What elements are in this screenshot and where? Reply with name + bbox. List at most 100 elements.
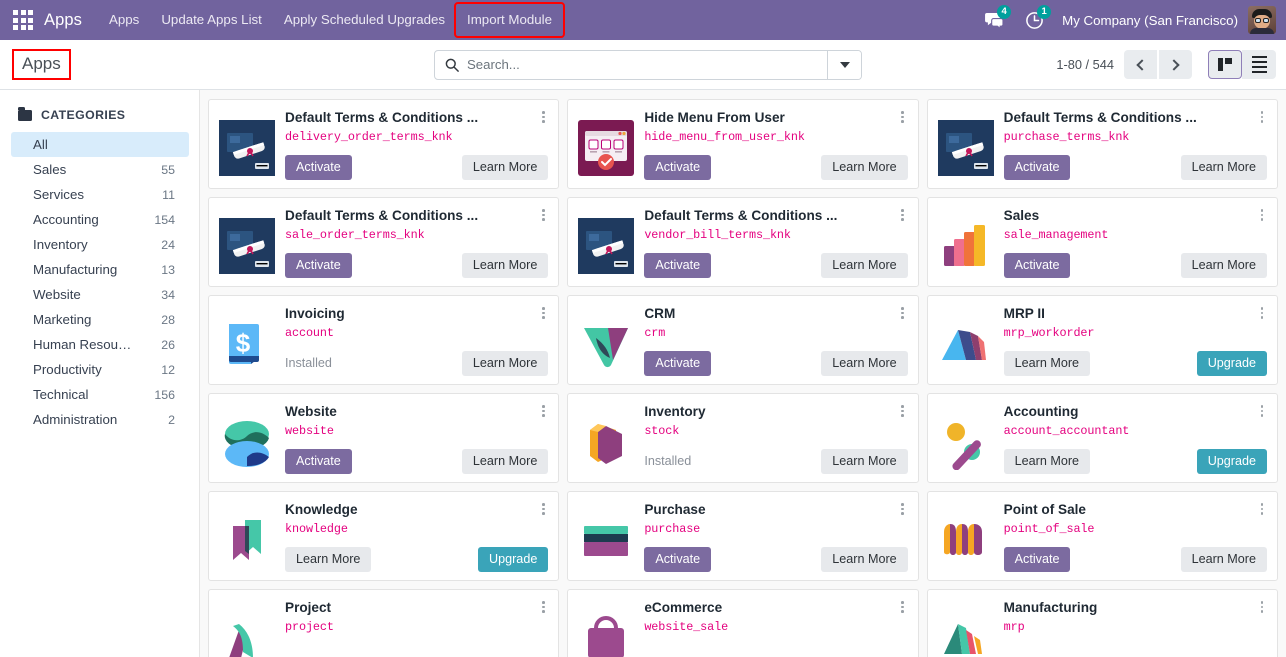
activate-button[interactable]: Activate — [644, 252, 712, 278]
sidebar-item-count: 154 — [154, 212, 175, 227]
activate-button[interactable]: Activate — [644, 546, 712, 572]
kebab-menu-icon[interactable] — [1255, 500, 1269, 518]
pager-next-button[interactable] — [1159, 50, 1192, 79]
app-card[interactable]: Project project — [208, 589, 560, 657]
learn-more-button[interactable]: Learn More — [461, 350, 549, 376]
kebab-menu-icon[interactable] — [896, 206, 910, 224]
kebab-menu-icon[interactable] — [896, 402, 910, 420]
kebab-menu-icon[interactable] — [536, 206, 550, 224]
upgrade-button[interactable]: Upgrade — [1196, 448, 1267, 474]
app-card[interactable]: CRM crm Activate Learn More — [567, 295, 919, 385]
learn-more-button[interactable]: Learn More — [1180, 154, 1267, 180]
kebab-menu-icon[interactable] — [536, 304, 550, 322]
apps-grid-icon[interactable] — [6, 3, 40, 37]
kebab-menu-icon[interactable] — [536, 402, 550, 420]
learn-more-button[interactable]: Learn More — [1180, 546, 1267, 572]
messages-menu[interactable]: 4 — [974, 3, 1014, 37]
sidebar-item-accounting[interactable]: Accounting 154 — [11, 207, 189, 232]
learn-more-button[interactable]: Learn More — [1003, 350, 1091, 376]
sidebar-item-inventory[interactable]: Inventory 24 — [11, 232, 189, 257]
app-title: Invoicing — [285, 306, 345, 321]
activate-button[interactable]: Activate — [285, 448, 352, 474]
app-title: Project — [285, 600, 332, 615]
learn-more-button[interactable]: Learn More — [461, 448, 549, 474]
app-card[interactable]: Website website Activate Learn More — [208, 393, 560, 483]
activities-menu[interactable]: 1 — [1014, 3, 1054, 37]
learn-more-button[interactable]: Learn More — [821, 448, 908, 474]
app-card[interactable]: $ Invoicing account Installed Learn More — [208, 295, 560, 385]
app-card[interactable]: Sales sale_management Activate Learn More — [926, 197, 1278, 287]
kebab-menu-icon[interactable] — [896, 500, 910, 518]
app-card[interactable]: Point of Sale point_of_sale Activate Learn … — [926, 491, 1278, 581]
kebab-menu-icon[interactable] — [896, 108, 910, 126]
avatar[interactable] — [1248, 6, 1276, 34]
upgrade-button[interactable]: Upgrade — [478, 546, 549, 572]
activate-button[interactable]: Activate — [644, 350, 712, 376]
app-card[interactable]: Inventory stock Installed Learn More — [567, 393, 919, 483]
company-switcher[interactable]: My Company (San Francisco) — [1054, 13, 1248, 28]
app-card[interactable]: Purchase purchase Activate Learn More — [567, 491, 919, 581]
sidebar-item-administration[interactable]: Administration 2 — [11, 407, 189, 432]
sidebar-item-technical[interactable]: Technical 156 — [11, 382, 189, 407]
search-dropdown-toggle[interactable] — [827, 50, 861, 79]
activate-button[interactable]: Activate — [644, 154, 712, 180]
kebab-menu-icon[interactable] — [536, 108, 550, 126]
sidebar-item-marketing[interactable]: Marketing 28 — [11, 307, 189, 332]
sidebar-item-website[interactable]: Website 34 — [11, 282, 189, 307]
app-card[interactable]: Knowledge knowledge Learn More Upgrade — [208, 491, 560, 581]
app-card[interactable]: Default Terms & Conditions ... vendor_bil… — [567, 197, 919, 287]
app-card[interactable]: MRP II mrp_workorder Learn More Upgrade — [926, 295, 1278, 385]
app-card[interactable]: eCommerce website_sale — [567, 589, 919, 657]
kebab-menu-icon[interactable] — [1255, 402, 1269, 420]
learn-more-button[interactable]: Learn More — [285, 546, 372, 572]
pager-previous-button[interactable] — [1124, 50, 1157, 79]
app-card-actions: Installed Learn More — [285, 350, 549, 376]
activate-button[interactable]: Activate — [1003, 546, 1071, 572]
activate-button[interactable]: Activate — [1003, 252, 1071, 278]
sidebar-item-services[interactable]: Services 11 — [11, 182, 189, 207]
nav-item-import-module[interactable]: Import Module — [454, 2, 566, 38]
nav-item-apps[interactable]: Apps — [98, 4, 150, 35]
learn-more-button[interactable]: Learn More — [821, 546, 908, 572]
app-card[interactable]: Default Terms & Conditions ... sale_order… — [208, 197, 560, 287]
app-card[interactable]: Hide Menu From User hide_menu_from_user_k… — [567, 99, 919, 189]
upgrade-button[interactable]: Upgrade — [1196, 350, 1267, 376]
kebab-menu-icon[interactable] — [896, 304, 910, 322]
sidebar-item-sales[interactable]: Sales 55 — [11, 157, 189, 182]
kebab-menu-icon[interactable] — [536, 598, 550, 616]
kebab-menu-icon[interactable] — [536, 500, 550, 518]
view-switcher-kanban[interactable] — [1208, 50, 1242, 79]
learn-more-button[interactable]: Learn More — [461, 252, 549, 278]
app-card[interactable]: Manufacturing mrp — [926, 589, 1278, 657]
activate-button[interactable]: Activate — [285, 252, 352, 278]
sidebar-item-label: Technical — [33, 387, 89, 402]
kebab-menu-icon[interactable] — [896, 598, 910, 616]
app-card[interactable]: Default Terms & Conditions ... purchase_t… — [926, 99, 1278, 189]
kebab-menu-icon[interactable] — [1255, 206, 1269, 224]
sidebar-item-human-resou[interactable]: Human Resou… 26 — [11, 332, 189, 357]
activate-button[interactable]: Activate — [285, 154, 352, 180]
kebab-menu-icon[interactable] — [1255, 108, 1269, 126]
nav-item-update-apps-list[interactable]: Update Apps List — [150, 4, 273, 35]
activate-button[interactable]: Activate — [1003, 154, 1071, 180]
learn-more-button[interactable]: Learn More — [821, 350, 908, 376]
sidebar-item-productivity[interactable]: Productivity 12 — [11, 357, 189, 382]
learn-more-button[interactable]: Learn More — [821, 252, 908, 278]
kebab-menu-icon[interactable] — [1255, 304, 1269, 322]
search-view[interactable]: Search... — [434, 49, 862, 80]
learn-more-button[interactable]: Learn More — [1180, 252, 1267, 278]
app-card[interactable]: Accounting account_accountant Learn More Up… — [926, 393, 1278, 483]
kebab-menu-icon[interactable] — [1255, 598, 1269, 616]
app-technical-name: mrp_workorder — [1003, 325, 1095, 340]
learn-more-button[interactable]: Learn More — [821, 154, 908, 180]
learn-more-button[interactable]: Learn More — [461, 154, 549, 180]
page-title[interactable]: Apps — [12, 49, 71, 80]
nav-item-apply-scheduled-upgrades[interactable]: Apply Scheduled Upgrades — [273, 4, 456, 35]
learn-more-button[interactable]: Learn More — [1003, 448, 1091, 474]
view-switcher-list[interactable] — [1242, 50, 1276, 79]
app-card[interactable]: Default Terms & Conditions ... delivery_o… — [208, 99, 560, 189]
search-input[interactable]: Search... — [435, 51, 827, 79]
app-technical-name: purchase_terms_knk — [1003, 129, 1130, 144]
sidebar-item-all[interactable]: All — [11, 132, 189, 157]
sidebar-item-manufacturing[interactable]: Manufacturing 13 — [11, 257, 189, 282]
